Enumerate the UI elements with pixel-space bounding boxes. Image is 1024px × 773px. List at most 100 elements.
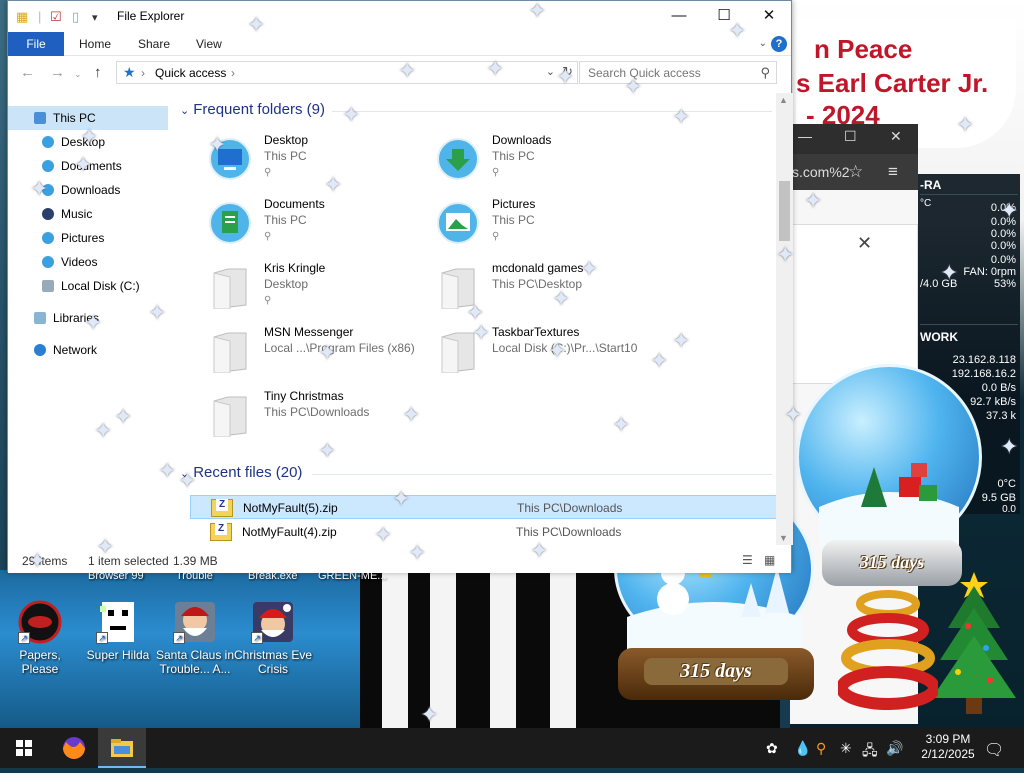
sparkle-star-icon: ✦ — [672, 104, 691, 129]
pin-icon[interactable]: ⚲ — [492, 167, 499, 178]
sparkle-star-icon: ✦ — [114, 404, 133, 429]
recent-locations-icon[interactable]: ⌄ — [74, 69, 82, 80]
vertical-scrollbar[interactable]: ▲ ▼ — [776, 93, 793, 545]
address-bar[interactable]: ★ › Quick access › ⌄ ↻ — [116, 61, 578, 84]
sparkle-star-icon: ✦ — [158, 458, 177, 483]
colorful-app-tray-icon[interactable]: ✿ — [766, 740, 778, 757]
browser-url-bar[interactable]: s.com%2 ☆ ≡ — [790, 154, 918, 190]
scrollbar-thumb[interactable] — [779, 181, 790, 241]
candy-ribbon-decoration — [836, 584, 940, 714]
ribbon-tabs: File Home Share View ⌄ ? — [8, 32, 791, 56]
volume-icon[interactable]: 🔊 — [886, 740, 903, 757]
taskbar-clock[interactable]: 3:09 PM 2/12/2025 — [918, 732, 978, 762]
sidebar-item-music[interactable]: Music — [8, 202, 168, 226]
desktop-icon-super-hilda[interactable]: ↗ Super Hilda — [78, 600, 158, 662]
folder-name: TaskbarTextures — [492, 325, 580, 339]
properties-icon[interactable]: ☑ — [50, 9, 62, 25]
browser-menu-icon[interactable]: ≡ — [888, 162, 898, 182]
browser-titlebar[interactable]: — ☐ ✕ — [790, 124, 918, 154]
sidebar-item-videos[interactable]: Videos — [8, 250, 168, 274]
pin-icon[interactable]: ⚲ — [264, 167, 271, 178]
sysmon-ram-header: -RA — [920, 178, 942, 192]
search-icon[interactable]: ⚲ — [760, 65, 770, 81]
desktop-icon-label: Papers, Please — [19, 648, 61, 676]
folder-tile-pictures[interactable]: Pictures This PC ⚲ — [436, 197, 656, 257]
sparkle-star-icon: ✦ — [28, 548, 47, 573]
explorer-titlebar[interactable]: ▦ | ☑ ▯ ▾ File Explorer — ☐ ✕ — [8, 1, 791, 32]
browser-url-text[interactable]: s.com%2 — [792, 164, 850, 180]
notifications-icon[interactable]: 🗨 — [984, 740, 1004, 760]
file-explorer-taskbar-button[interactable] — [98, 728, 146, 768]
customize-quick-access-icon[interactable]: ▾ — [92, 11, 98, 24]
breadcrumb-chevron[interactable]: › — [231, 66, 235, 80]
sparkle-star-icon: ✦ — [580, 256, 599, 281]
folder-tile-downloads[interactable]: Downloads This PC ⚲ — [436, 133, 656, 193]
sidebar-item-network[interactable]: Network — [8, 338, 168, 362]
folder-tile-documents[interactable]: Documents This PC ⚲ — [208, 197, 428, 257]
sparkle-star-icon: ✦ — [940, 260, 959, 285]
pin-icon[interactable]: ⚲ — [264, 231, 271, 242]
up-arrow-icon[interactable]: ↑ — [94, 64, 102, 81]
banner-line-1: n Peace — [814, 34, 913, 64]
tab-file[interactable]: File — [8, 32, 64, 56]
folder-tile-taskbar-textures[interactable]: TaskbarTextures Local Disk (C:)\Pr...\St… — [436, 325, 656, 385]
search-field[interactable]: ⚲ — [579, 61, 777, 84]
folder-name: Kris Kringle — [264, 261, 326, 275]
expand-ribbon-icon[interactable]: ⌄ — [759, 38, 767, 49]
bookmark-star-icon[interactable]: ☆ — [848, 162, 863, 182]
sparkle-star-icon: ✦ — [402, 402, 421, 427]
desktop-icon-santa-claus[interactable]: ↗ Santa Claus in Trouble... A... — [155, 600, 235, 676]
sidebar-item-pictures[interactable]: Pictures — [8, 226, 168, 250]
breadcrumb-chevron[interactable]: › — [141, 66, 145, 80]
desktop-icon-papers-please[interactable]: ↗ Papers, Please — [0, 600, 80, 676]
dialog-close-icon[interactable]: ✕ — [857, 233, 872, 254]
folder-tile-kris-kringle[interactable]: Kris Kringle Desktop ⚲ — [208, 261, 428, 321]
collapse-chevron-icon[interactable]: ⌄ — [180, 105, 189, 117]
forward-arrow-icon[interactable]: → — [50, 64, 65, 81]
snow-globe-gadget-large[interactable]: 315 days — [796, 364, 986, 594]
folder-name: Pictures — [492, 197, 536, 211]
back-arrow-icon[interactable]: ← — [20, 64, 35, 81]
details-view-icon[interactable]: ☰ — [742, 553, 753, 567]
recent-file-row[interactable]: Z NotMyFault(4).zip This PC\Downloads — [190, 520, 776, 544]
sysmon-network-header: WORK — [920, 330, 958, 344]
sysmon-disk: 9.5 GB — [981, 492, 1016, 504]
network-tray-icon[interactable]: 🖧 — [862, 740, 878, 764]
pin-icon[interactable]: ⚲ — [264, 295, 271, 306]
start-button[interactable] — [0, 728, 48, 768]
recent-file-row[interactable]: Z NotMyFault(5).zip This PC\Downloads — [190, 495, 776, 519]
folder-tile-desktop[interactable]: Desktop This PC ⚲ — [208, 133, 428, 193]
browser-minimize-button[interactable]: — — [798, 128, 812, 144]
large-icons-view-icon[interactable]: ▦ — [764, 553, 775, 567]
brightness-tray-icon[interactable]: ✳ — [840, 740, 852, 757]
christmas-tree-gadget[interactable] — [928, 568, 1020, 718]
search-input[interactable] — [586, 65, 746, 81]
pin-icon[interactable]: ⚲ — [492, 231, 499, 242]
scroll-down-icon[interactable]: ▼ — [779, 533, 788, 543]
desktop-icon-christmas-eve-crisis[interactable]: ↗ Christmas Eve Crisis — [233, 600, 313, 676]
scroll-up-icon[interactable]: ▲ — [779, 95, 788, 105]
minimize-button[interactable]: — — [656, 1, 702, 32]
search-tray-icon[interactable]: ⚲ — [816, 740, 826, 757]
tab-home[interactable]: Home — [79, 32, 111, 56]
new-folder-icon[interactable]: ▯ — [72, 9, 79, 25]
sidebar-item-label: Network — [53, 343, 98, 357]
close-button[interactable]: ✕ — [746, 1, 792, 32]
folder-location: This PC — [492, 149, 535, 163]
frequent-folders-header[interactable]: ⌄ Frequent folders (9) — [180, 101, 325, 118]
droplet-tray-icon[interactable]: 💧 — [794, 740, 811, 757]
firefox-taskbar-button[interactable] — [50, 728, 98, 768]
tab-share[interactable]: Share — [138, 32, 170, 56]
sidebar-item-label: Music — [61, 207, 93, 221]
shortcut-arrow-icon: ↗ — [173, 632, 185, 644]
breadcrumb-quick-access[interactable]: Quick access — [155, 66, 226, 80]
sparkle-star-icon: ✦ — [1000, 198, 1019, 223]
recent-files-header[interactable]: ⌄ Recent files (20) — [180, 464, 302, 481]
help-button[interactable]: ? — [771, 36, 787, 52]
browser-close-button[interactable]: ✕ — [890, 128, 902, 145]
sparkle-star-icon: ✦ — [486, 56, 505, 81]
tab-view[interactable]: View — [196, 32, 222, 56]
address-dropdown-icon[interactable]: ⌄ — [546, 65, 555, 78]
sidebar-item-local-disk[interactable]: Local Disk (C:) — [8, 274, 168, 298]
browser-maximize-button[interactable]: ☐ — [844, 128, 857, 145]
